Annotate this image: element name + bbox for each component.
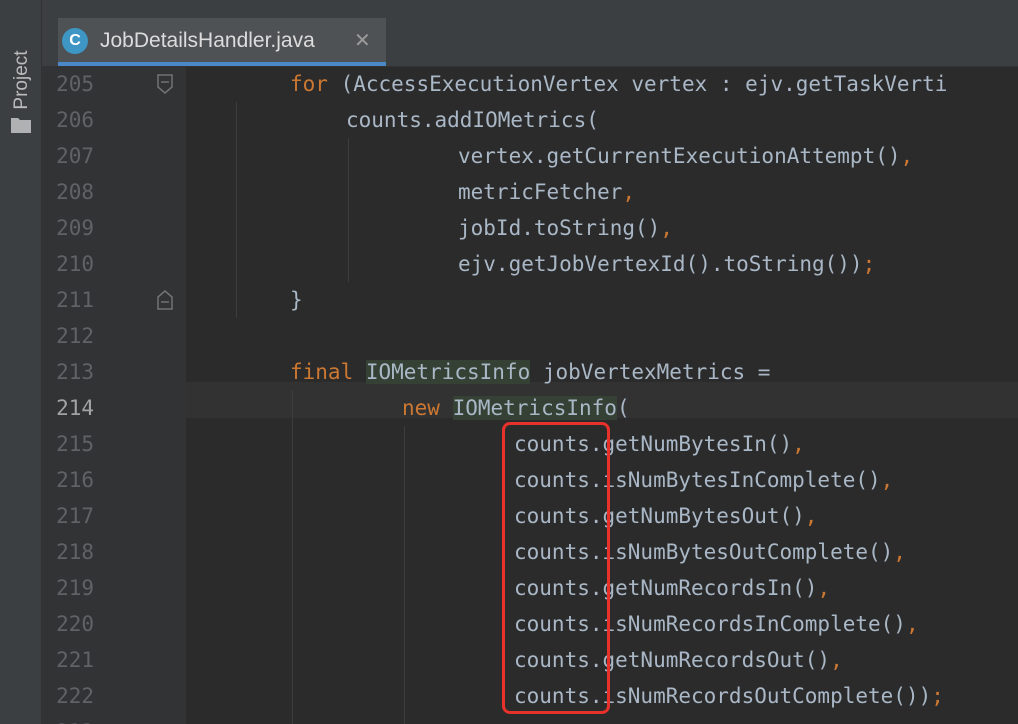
code-token: ( (616, 396, 630, 420)
keyword-token: for (290, 72, 328, 96)
indent-guide (236, 102, 237, 318)
annotation-highlight-box (502, 422, 610, 714)
punctuation-token: ; (862, 252, 876, 276)
code-line[interactable]: for (AccessExecutionVertex vertex : ejv.… (290, 66, 947, 102)
code-token: vertex.getCurrentExecutionAttempt() (458, 144, 901, 168)
code-editor[interactable]: for (AccessExecutionVertex vertex : ejv.… (186, 66, 1018, 724)
line-number[interactable]: 222 (42, 678, 94, 714)
indent-guide (404, 426, 405, 724)
punctuation-token: , (804, 504, 818, 528)
line-number[interactable]: 210 (42, 246, 94, 282)
punctuation-token: , (660, 216, 673, 240)
line-number[interactable]: 221 (42, 642, 94, 678)
line-number[interactable]: 215 (42, 426, 94, 462)
code-token: metricFetcher (458, 180, 623, 204)
line-number[interactable]: 207 (42, 138, 94, 174)
tab-title: JobDetailsHandler.java (100, 29, 315, 52)
line-number[interactable]: 216 (42, 462, 94, 498)
line-number[interactable]: 209 (42, 210, 94, 246)
line-number[interactable]: 218 (42, 534, 94, 570)
project-tool-window-button[interactable]: Project (5, 28, 35, 138)
code-token: jobVertexMetrics = (530, 360, 771, 384)
editor-tab-bar: C JobDetailsHandler.java ✕ (42, 0, 1018, 67)
editor-tab-jobdetailshandler[interactable]: C JobDetailsHandler.java ✕ (58, 18, 386, 66)
line-number[interactable]: 212 (42, 318, 94, 354)
punctuation-token: , (880, 468, 894, 492)
punctuation-token: , (622, 180, 636, 204)
punctuation-token: , (893, 540, 906, 564)
folder-icon (11, 118, 31, 133)
code-line[interactable]: } (290, 282, 303, 318)
code-token: ejv.getJobVertexId().toString()) (458, 252, 863, 276)
line-number[interactable]: 214 (42, 390, 94, 426)
code-line[interactable]: new IOMetricsInfo( (402, 390, 630, 426)
line-number[interactable]: 208 (42, 174, 94, 210)
code-line[interactable]: metricFetcher, (458, 174, 635, 210)
punctuation-token: , (817, 576, 831, 600)
line-number-gutter[interactable]: 205 206 207 208 209 210 211 212 213 214 215 216 217 2… (42, 66, 186, 724)
code-line[interactable]: vertex.getCurrentExecutionAttempt(), (458, 138, 913, 174)
code-token: (AccessExecutionVertex vertex : ejv.getT… (327, 72, 948, 96)
fold-end-icon[interactable] (156, 290, 174, 310)
line-number[interactable]: 220 (42, 606, 94, 642)
type-token: IOMetricsInfo (452, 396, 617, 420)
type-token: IOMetricsInfo (365, 360, 531, 384)
keyword-token: final (290, 360, 366, 384)
tool-window-sidebar: Project (0, 0, 42, 724)
line-number[interactable]: 211 (42, 282, 94, 318)
line-number[interactable]: 223 (42, 714, 94, 724)
line-number[interactable]: 205 (42, 66, 94, 102)
punctuation-token: , (792, 432, 805, 456)
punctuation-token: , (830, 648, 843, 672)
punctuation-token: ; (931, 684, 944, 708)
punctuation-token: , (900, 144, 914, 168)
close-icon[interactable]: ✕ (354, 27, 371, 55)
punctuation-token: , (905, 612, 919, 636)
code-token: jobId.toString() (458, 216, 661, 240)
code-token: } (290, 288, 303, 312)
code-line[interactable]: jobId.toString(), (458, 210, 673, 246)
line-number[interactable]: 217 (42, 498, 94, 534)
code-token: counts.addIOMetrics( (346, 108, 599, 132)
indent-guide (292, 390, 293, 724)
keyword-token: new (402, 396, 453, 420)
code-line[interactable]: counts.addIOMetrics( (346, 102, 599, 138)
code-line[interactable]: ejv.getJobVertexId().toString()); (458, 246, 875, 282)
code-line[interactable]: final IOMetricsInfo jobVertexMetrics = (290, 354, 770, 390)
indent-guide (348, 138, 349, 282)
line-number[interactable]: 219 (42, 570, 94, 606)
java-class-icon: C (62, 28, 88, 54)
line-number[interactable]: 213 (42, 354, 94, 390)
line-number[interactable]: 206 (42, 102, 94, 138)
fold-collapse-icon[interactable] (156, 74, 174, 94)
